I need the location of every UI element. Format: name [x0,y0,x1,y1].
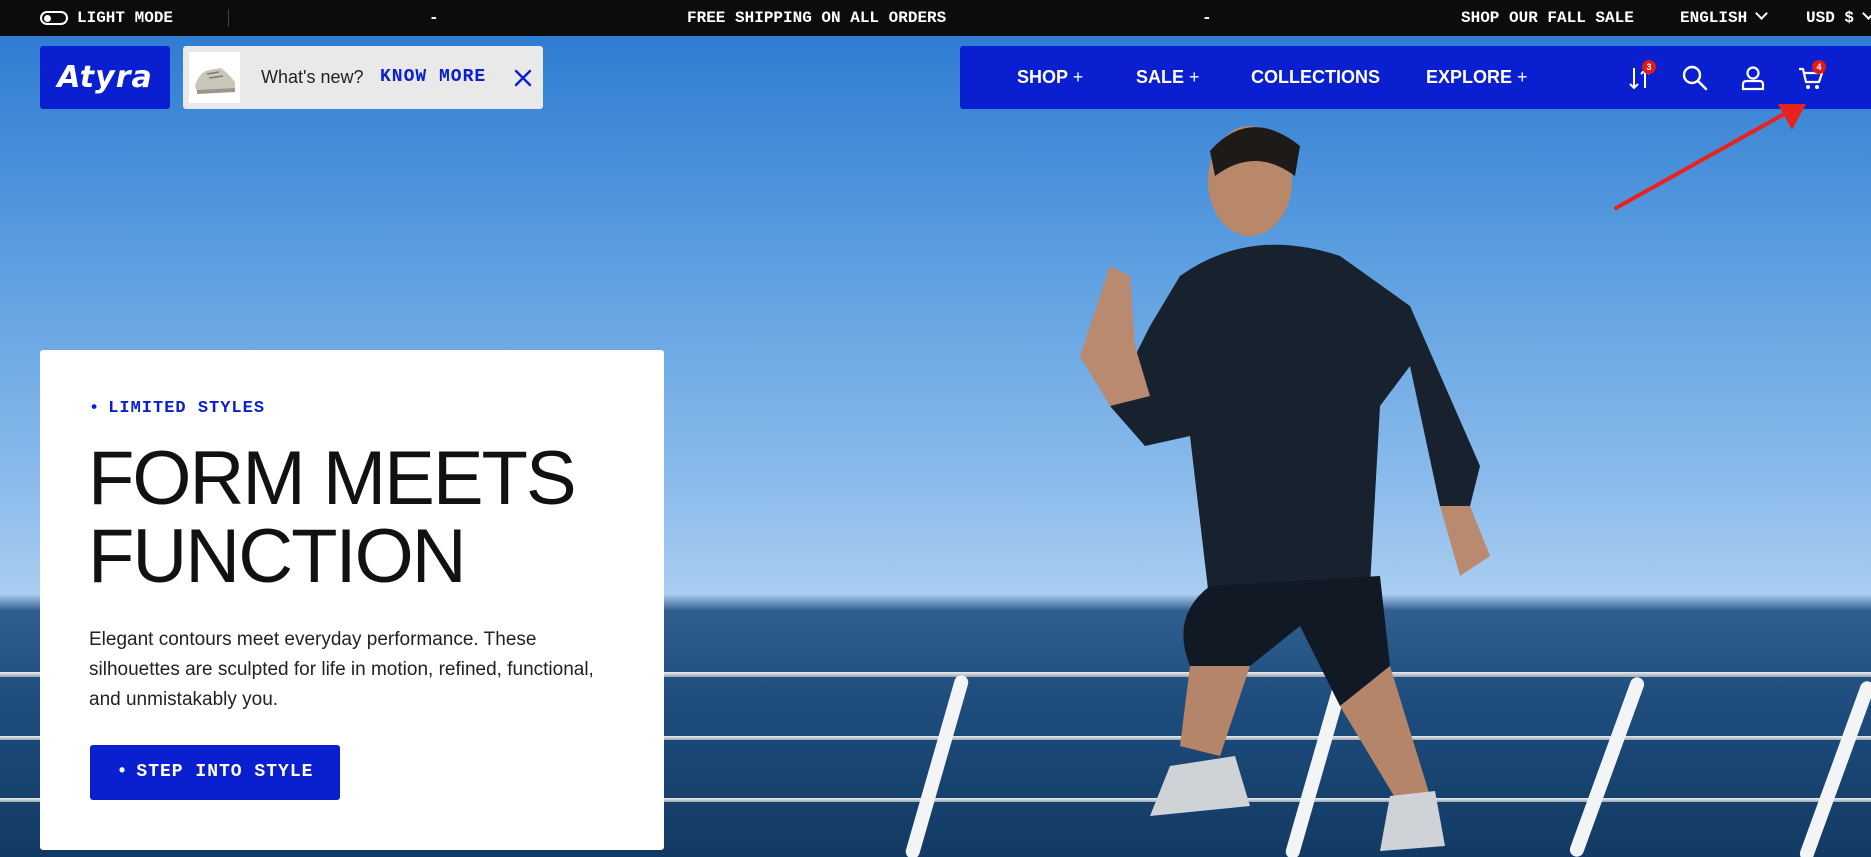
plus-icon: + [1072,67,1084,87]
cart-count-badge: 4 [1812,60,1826,74]
light-mode-label[interactable]: LIGHT MODE [77,0,173,36]
hero-card: LIMITED STYLES FORM MEETSFUNCTION Elegan… [40,350,664,850]
brand-logo[interactable]: Atyra [40,46,170,109]
railing-post [904,673,970,857]
compare-button[interactable]: 3 [1627,60,1656,92]
search-button[interactable] [1681,64,1709,92]
railing-post [1797,679,1871,857]
limited-styles-tag: LIMITED STYLES [89,399,265,418]
nav-item-label: SHOP [1017,67,1068,87]
hero-title: FORM MEETS FUNCTION [88,440,648,596]
nav-item-label: EXPLORE [1426,67,1513,87]
account-icon [1741,66,1765,91]
cart-button[interactable]: 4 [1797,60,1826,92]
nav-item-explore[interactable]: EXPLORE + [1426,46,1528,109]
chevron-down-icon [1862,7,1871,20]
runner-image [1080,126,1490,851]
language-select[interactable]: ENGLISH [1680,0,1769,36]
free-shipping-text: FREE SHIPPING ON ALL ORDERS [687,9,947,27]
nav-item-collections[interactable]: COLLECTIONS [1251,46,1380,109]
sneaker-thumbnail[interactable] [189,52,240,103]
announcement-bar: LIGHT MODE - FREE SHIPPING ON ALL ORDERS… [0,0,1871,36]
whats-new-label: What's new? [261,67,364,87]
currency-label: USD $ [1806,9,1855,27]
separator-dash: - [429,9,439,27]
close-icon[interactable] [513,68,533,88]
annotation-arrow-icon [1614,104,1806,210]
chevron-down-icon [1755,7,1769,20]
language-label: ENGLISH [1680,9,1748,27]
currency-select[interactable]: USD $ [1806,0,1871,36]
light-mode-toggle-icon[interactable] [40,11,68,25]
separator-dash: - [1202,9,1212,27]
plus-icon: + [1517,67,1528,87]
know-more-link[interactable]: KNOW MORE [380,46,486,109]
hero-title-line: FORM MEETS [88,436,577,521]
compare-count-badge: 3 [1642,60,1656,74]
nav-item-label: SALE [1136,67,1185,87]
nav-item-label: COLLECTIONS [1251,67,1380,87]
divider [228,9,229,27]
nav-item-shop[interactable]: SHOP + [1017,46,1083,109]
step-into-style-button[interactable]: STEP INTO STYLE [90,745,340,800]
account-button[interactable] [1739,64,1767,92]
nav-item-sale[interactable]: SALE + [1136,46,1200,109]
fall-sale-link[interactable]: SHOP OUR FALL SALE [1461,0,1634,36]
hero-description: Elegant contours meet everyday performan… [89,629,594,710]
sneaker-icon [195,68,235,94]
plus-icon: + [1189,67,1200,87]
whats-new-banner: What's new? KNOW MORE [183,46,543,109]
hero-title-line: FUNCTION [88,514,467,599]
railing-post [1567,675,1647,857]
search-icon [1682,65,1708,91]
